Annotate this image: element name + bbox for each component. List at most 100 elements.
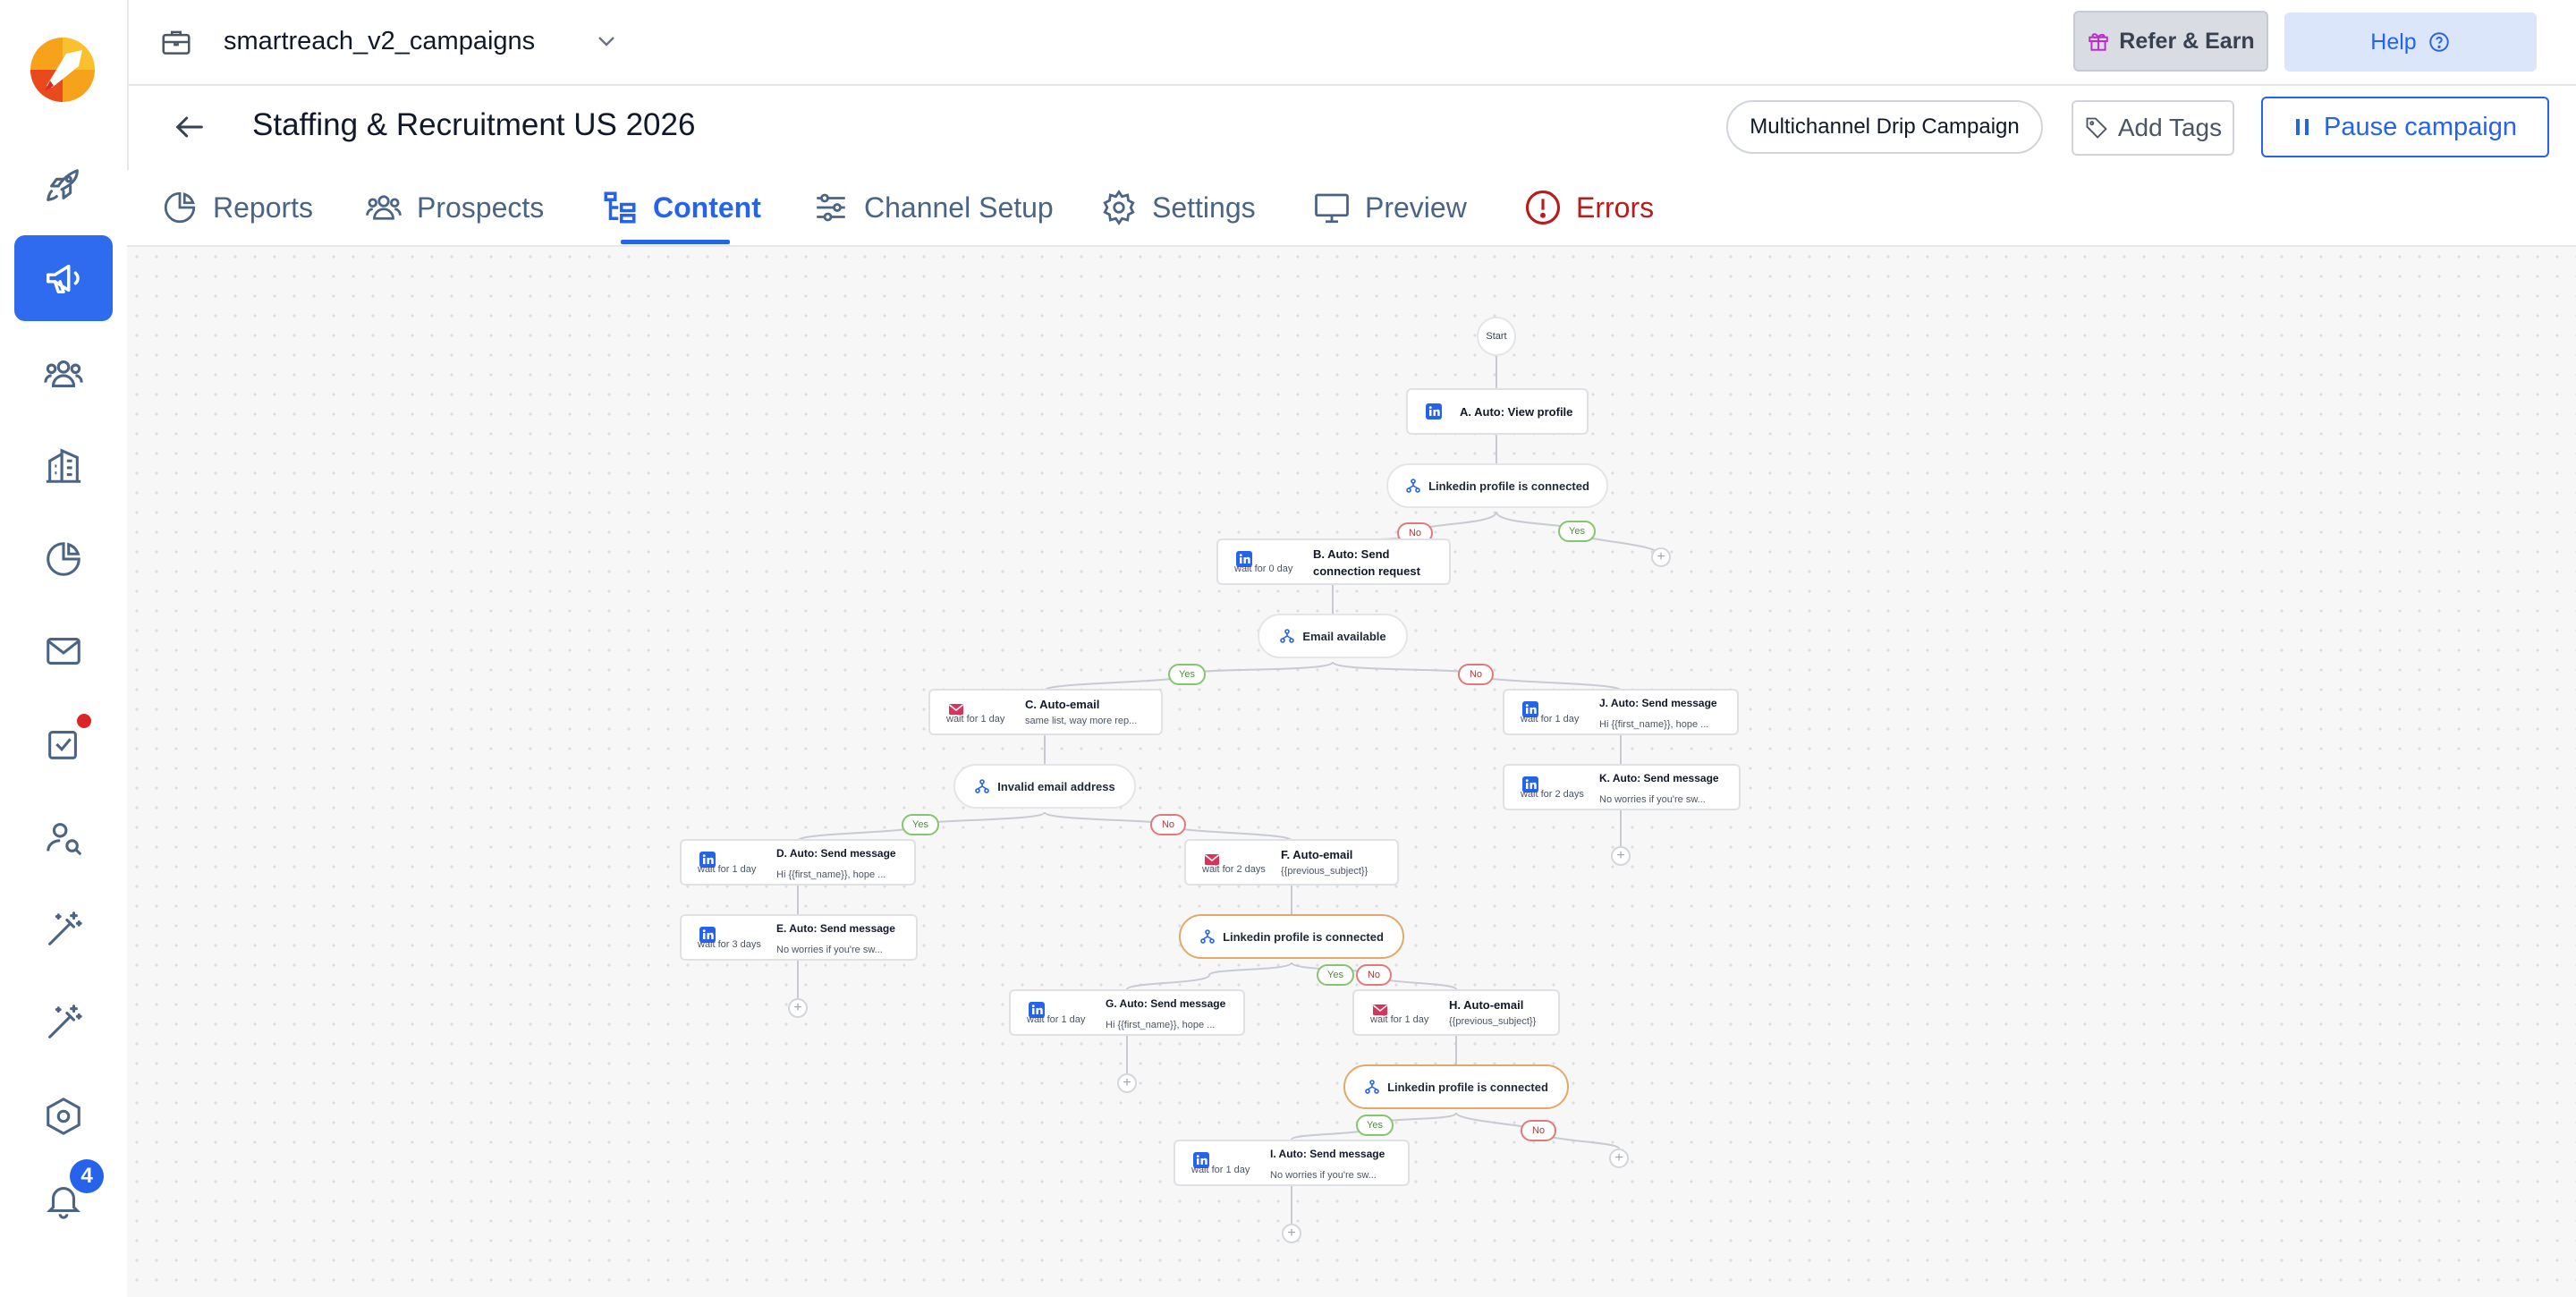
pause-icon [2295, 119, 2309, 135]
step-subtitle: {{previous_subject}} [1281, 866, 1368, 877]
app-logo[interactable] [27, 34, 98, 106]
flow-step-h[interactable]: wait for 1 day H. Auto-email {{previous_… [1352, 989, 1560, 1036]
add-tags-button[interactable]: Add Tags [2072, 100, 2234, 156]
pause-campaign-button[interactable]: Pause campaign [2261, 97, 2549, 157]
flow-condition-invalid-email[interactable]: Invalid email address [953, 764, 1136, 809]
tab-settings[interactable]: Settings [1100, 170, 1256, 245]
flow-step-c[interactable]: wait for 1 day C. Auto-email same list, … [928, 689, 1163, 735]
users-icon [366, 195, 402, 220]
add-step-button[interactable]: + [1117, 1073, 1137, 1093]
flow-start-node[interactable]: Start [1477, 317, 1516, 356]
flow-step-g[interactable]: wait for 1 day G. Auto: Send message Hi … [1009, 989, 1245, 1036]
tab-prospects[interactable]: Prospects [365, 170, 544, 245]
condition-label: Invalid email address [997, 779, 1115, 793]
sidebar: 4 [0, 0, 129, 1297]
flow-condition-email-available[interactable]: Email available [1258, 614, 1408, 658]
help-button[interactable]: Help [2284, 13, 2537, 72]
sidebar-item-ai-tools[interactable] [14, 887, 113, 973]
linkedin-icon [1426, 403, 1442, 420]
step-subtitle: {{previous_subject}} [1449, 1016, 1537, 1027]
tag-icon [2086, 117, 2107, 139]
chevron-down-icon[interactable] [592, 27, 621, 55]
tab-label: Settings [1152, 191, 1256, 224]
add-step-button[interactable]: + [1282, 1224, 1301, 1243]
sidebar-item-reports[interactable] [14, 516, 113, 602]
tab-label: Errors [1576, 191, 1655, 224]
step-title: B. Auto: Send connection request [1313, 547, 1420, 578]
tab-label: Content [653, 191, 761, 224]
tab-errors[interactable]: Errors [1524, 170, 1654, 245]
mail-icon [47, 638, 80, 665]
monitor-icon [1315, 193, 1349, 224]
step-subtitle: same list, way more rep... [1025, 716, 1138, 726]
step-title: I. Auto: Send message [1270, 1148, 1385, 1160]
sidebar-item-accounts[interactable] [14, 423, 113, 509]
flow-step-d[interactable]: wait for 1 day D. Auto: Send message Hi … [680, 839, 916, 886]
step-subtitle: Hi {{first_name}}, hope ... [1106, 1020, 1216, 1030]
add-step-button[interactable]: + [1609, 1149, 1629, 1168]
step-subtitle: Hi {{first_name}}, hope ... [776, 869, 886, 880]
rocket-icon [47, 169, 79, 201]
flow-step-j[interactable]: wait for 1 day J. Auto: Send message Hi … [1503, 689, 1739, 735]
sidebar-item-notifications[interactable]: 4 [14, 1157, 113, 1243]
step-subtitle: No worries if you're sw... [1270, 1170, 1377, 1181]
branch-no-badge: No [1521, 1120, 1556, 1141]
gear-icon [1103, 189, 1135, 226]
flow-condition-linkedin-connected[interactable]: Linkedin profile is connected [1386, 463, 1608, 508]
branch-no-badge: No [1150, 814, 1186, 835]
condition-branch-icon [975, 779, 990, 793]
flow-step-a[interactable]: A. Auto: View profile [1406, 388, 1589, 435]
sidebar-item-inbox[interactable] [14, 608, 113, 694]
step-wait: wait for 1 day [1027, 1014, 1086, 1025]
pie-chart-icon [164, 191, 196, 224]
sidebar-item-prospects[interactable] [14, 331, 113, 417]
briefcase-icon [162, 30, 191, 55]
condition-branch-icon [1406, 479, 1420, 493]
campaign-header: Staffing & Recruitment US 2026 Multichan… [127, 84, 2576, 172]
sidebar-item-settings[interactable] [14, 1073, 113, 1159]
tab-channel-setup[interactable]: Channel Setup [812, 170, 1054, 245]
campaign-tabs: Reports Prospects Content Channel Setup … [127, 170, 2576, 247]
branch-yes-badge: Yes [902, 814, 939, 835]
sidebar-item-tasks[interactable] [14, 701, 113, 787]
add-step-button[interactable]: + [1611, 846, 1631, 866]
flow-step-f[interactable]: wait for 2 days F. Auto-email {{previous… [1184, 839, 1399, 886]
flow-canvas[interactable]: Start A. Auto: View profile Linkedin pro… [127, 247, 2576, 1297]
megaphone-icon [47, 264, 80, 294]
add-step-button[interactable]: + [1651, 547, 1671, 567]
flow-step-e[interactable]: wait for 3 days E. Auto: Send message No… [680, 914, 918, 961]
flow-step-b[interactable]: wait for 0 day B. Auto: Send connection … [1216, 538, 1451, 585]
pie-chart-icon [47, 542, 80, 576]
step-wait: wait for 2 days [1521, 789, 1584, 800]
flow-condition-linkedin-connected[interactable]: Linkedin profile is connected [1179, 914, 1404, 959]
campaign-title[interactable]: Staffing & Recruitment US 2026 [252, 107, 784, 143]
flow-step-k[interactable]: wait for 2 days K. Auto: Send message No… [1503, 764, 1741, 810]
condition-label: Email available [1302, 629, 1386, 643]
step-wait: wait for 1 day [698, 864, 757, 875]
tab-content[interactable]: Content [601, 170, 761, 245]
tab-reports[interactable]: Reports [161, 170, 313, 245]
refer-earn-button[interactable]: Refer & Earn [2073, 11, 2268, 72]
step-wait: wait for 1 day [1191, 1165, 1250, 1175]
condition-branch-icon [1280, 629, 1295, 643]
sidebar-item-prospect-search[interactable] [14, 794, 113, 880]
back-arrow-icon[interactable] [172, 109, 208, 145]
workspace-name[interactable]: smartreach_v2_campaigns [224, 27, 535, 56]
flow-condition-linkedin-connected[interactable]: Linkedin profile is connected [1343, 1064, 1569, 1109]
tab-preview[interactable]: Preview [1313, 170, 1467, 245]
step-wait: wait for 1 day [946, 714, 1005, 725]
notification-dot [77, 714, 91, 728]
condition-label: Linkedin profile is connected [1223, 929, 1384, 944]
step-title: C. Auto-email [1025, 698, 1100, 711]
sidebar-item-rocket[interactable] [14, 143, 113, 229]
step-wait: wait for 1 day [1521, 714, 1580, 725]
notification-count-badge: 4 [70, 1159, 104, 1193]
building-icon [46, 448, 81, 483]
sidebar-item-campaigns[interactable] [14, 235, 113, 321]
step-wait: wait for 1 day [1370, 1014, 1429, 1025]
sidebar-item-ai-writer[interactable] [14, 980, 113, 1066]
flow-step-i[interactable]: wait for 1 day I. Auto: Send message No … [1174, 1140, 1410, 1186]
add-step-button[interactable]: + [788, 998, 808, 1018]
branch-no-badge: No [1458, 664, 1494, 685]
task-check-icon [48, 731, 77, 759]
